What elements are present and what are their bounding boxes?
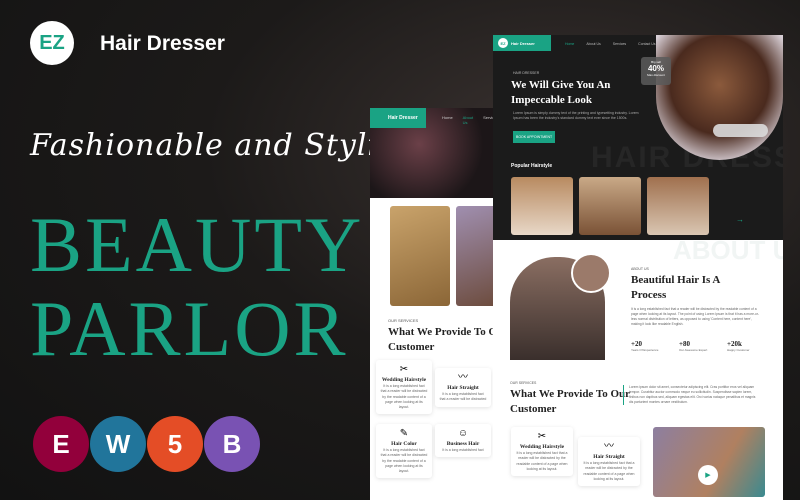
title-line-1: BEAUTY <box>30 201 365 288</box>
service-card: 〰 Hair Straight It is a long established f… <box>578 437 640 486</box>
eyebrow: OUR SERVICES <box>388 318 419 323</box>
hairstyle-photo <box>579 177 641 235</box>
hero-title: We Will Give You An Impeccable Look <box>511 79 611 106</box>
bootstrap-icon: B <box>204 416 260 472</box>
stat: +80 Our Awesome Expert <box>679 340 708 352</box>
play-icon[interactable]: ▶ <box>698 465 718 485</box>
hero-text: Lorem Ipsum is simply dummy text of the … <box>513 111 639 121</box>
services-text: Lorem ipsum dolor sit amet, consectetur … <box>623 385 758 405</box>
mockup-home-page: EZ Hair Dresser Home About Us Services Conta… <box>493 35 783 500</box>
nav-about[interactable]: About Us <box>586 42 600 46</box>
service-card: 〰 Hair Straight It is a long established f… <box>435 368 491 407</box>
title-line-2: PARLOR <box>30 285 349 372</box>
service-card: ☺ Business Hair It is a long established f… <box>435 424 491 458</box>
brand-name: Hair Dresser <box>100 32 225 55</box>
tagline: Fashionable and Stylish <box>30 128 415 163</box>
hero-photo <box>656 35 783 160</box>
stat: +20k Happy Customer <box>727 340 750 352</box>
stat: +20 Years Of Experience <box>631 340 659 352</box>
about-watermark: ABOUT US <box>673 235 783 265</box>
nav-home[interactable]: Home <box>565 42 574 46</box>
photo-stylist <box>456 206 493 306</box>
nav-contact[interactable]: Contact Us <box>638 42 655 46</box>
photo-blonde-hair <box>390 206 450 306</box>
nav-about[interactable]: About Us <box>463 115 473 125</box>
services-heading: What We Provide To Our Customer <box>510 388 630 415</box>
nav-home[interactable]: Home <box>442 115 453 125</box>
logo: EZ <box>30 21 74 65</box>
heading: What We Provide To Our Customer <box>388 326 493 353</box>
hairstyle-photo <box>511 177 573 235</box>
hairstyle-photo <box>647 177 709 235</box>
next-arrow-icon[interactable]: → <box>736 215 744 224</box>
mockup-about-page: Hair Dresser Home About Us Services OUR SE… <box>370 108 493 500</box>
eyebrow: HAIR DRESSER <box>513 71 540 75</box>
nav-services[interactable]: Services <box>483 115 493 125</box>
wordpress-icon: W <box>90 416 146 472</box>
service-card: ✎ Hair Color It is a long established fact… <box>376 424 432 479</box>
service-card: ✂ Wedding Hairstyle It is a long establish… <box>511 427 573 476</box>
popular-heading: Popular Hairstyle <box>511 163 553 169</box>
about-text: It is a long established fact that a rea… <box>631 307 760 326</box>
mini-logo: Hair Dresser <box>370 108 426 128</box>
service-photo <box>653 427 765 497</box>
html5-icon: 5 <box>147 416 203 472</box>
about-eyebrow: ABOUT US <box>631 267 649 271</box>
customer-avatars <box>713 124 768 137</box>
mini-logo: EZ Hair Dresser <box>493 35 551 51</box>
book-appointment-button[interactable]: BOOK APPOINTMENT <box>513 131 556 143</box>
elementor-icon: E <box>33 416 89 472</box>
service-card: ✂ Wedding Hairstyle It is a long establish… <box>376 360 432 415</box>
services-eyebrow: OUR SERVICES <box>510 381 537 385</box>
about-heading: Beautiful Hair Is A Process <box>631 274 720 301</box>
discount-badge: Big sell 40% Max discount <box>641 57 671 85</box>
nav-services[interactable]: Services <box>613 42 626 46</box>
about-photo-small <box>571 253 611 293</box>
